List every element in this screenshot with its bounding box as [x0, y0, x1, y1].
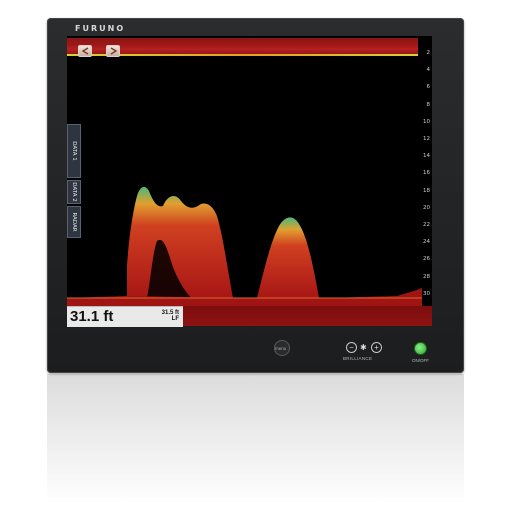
tab-label: DATA 2 — [71, 182, 77, 202]
back-button[interactable] — [78, 45, 92, 57]
power-label: ON/OFF — [412, 358, 429, 363]
brilliance-label: BRILLIANCE — [343, 356, 373, 361]
fish-school-echo — [257, 217, 319, 298]
depth-tick-label: 6 — [426, 84, 431, 91]
back-arrow-icon — [81, 47, 89, 55]
seabed-band — [183, 306, 432, 326]
echo-display — [67, 186, 422, 326]
depth-value: 31.1 ft — [70, 308, 114, 325]
depth-tick-label: 4 — [426, 67, 431, 74]
depth-tick-label: 16 — [423, 170, 430, 177]
menu-label: menu — [275, 346, 287, 351]
depth-tick-label: 24 — [423, 239, 430, 246]
power-button[interactable] — [414, 342, 427, 355]
fish-school-echo — [127, 186, 233, 298]
monitor-reflection — [47, 374, 464, 504]
frequency-label: LF — [171, 316, 179, 322]
depth-tick-label: 30 — [423, 290, 430, 297]
depth-tick-label: 14 — [423, 153, 430, 160]
depth-tick-label: 8 — [426, 101, 431, 108]
tab-data-1[interactable]: DATA 1 — [67, 124, 81, 178]
depth-tick-label: 26 — [423, 256, 430, 263]
tab-radar[interactable]: RADAR — [67, 206, 81, 238]
depth-tick-label: 20 — [423, 204, 430, 211]
depth-tick-label: 18 — [423, 187, 430, 194]
secondary-depth: 31.5 ft LF — [162, 310, 179, 322]
depth-readout-panel: 31.1 ft 31.5 ft LF — [67, 306, 183, 327]
tab-label: RADAR — [71, 212, 77, 232]
brilliance-plus-button[interactable]: + — [371, 342, 382, 353]
tab-data-2[interactable]: DATA 2 — [67, 180, 81, 204]
depth-tick-label: 28 — [423, 273, 430, 280]
brilliance-control: − ✱ + — [346, 342, 382, 354]
tab-label: DATA 1 — [71, 141, 77, 161]
forward-button[interactable] — [106, 45, 120, 57]
forward-arrow-icon — [110, 47, 118, 55]
brand-logo: FURUNO — [75, 24, 126, 33]
depth-tick-label: 10 — [423, 118, 430, 125]
depth-tick-label: 2 — [426, 50, 431, 56]
depth-tick-label: 12 — [423, 136, 430, 142]
sun-icon: ✱ — [360, 343, 367, 352]
depth-tick-label: 22 — [423, 222, 430, 228]
brilliance-minus-button[interactable]: − — [346, 342, 357, 353]
